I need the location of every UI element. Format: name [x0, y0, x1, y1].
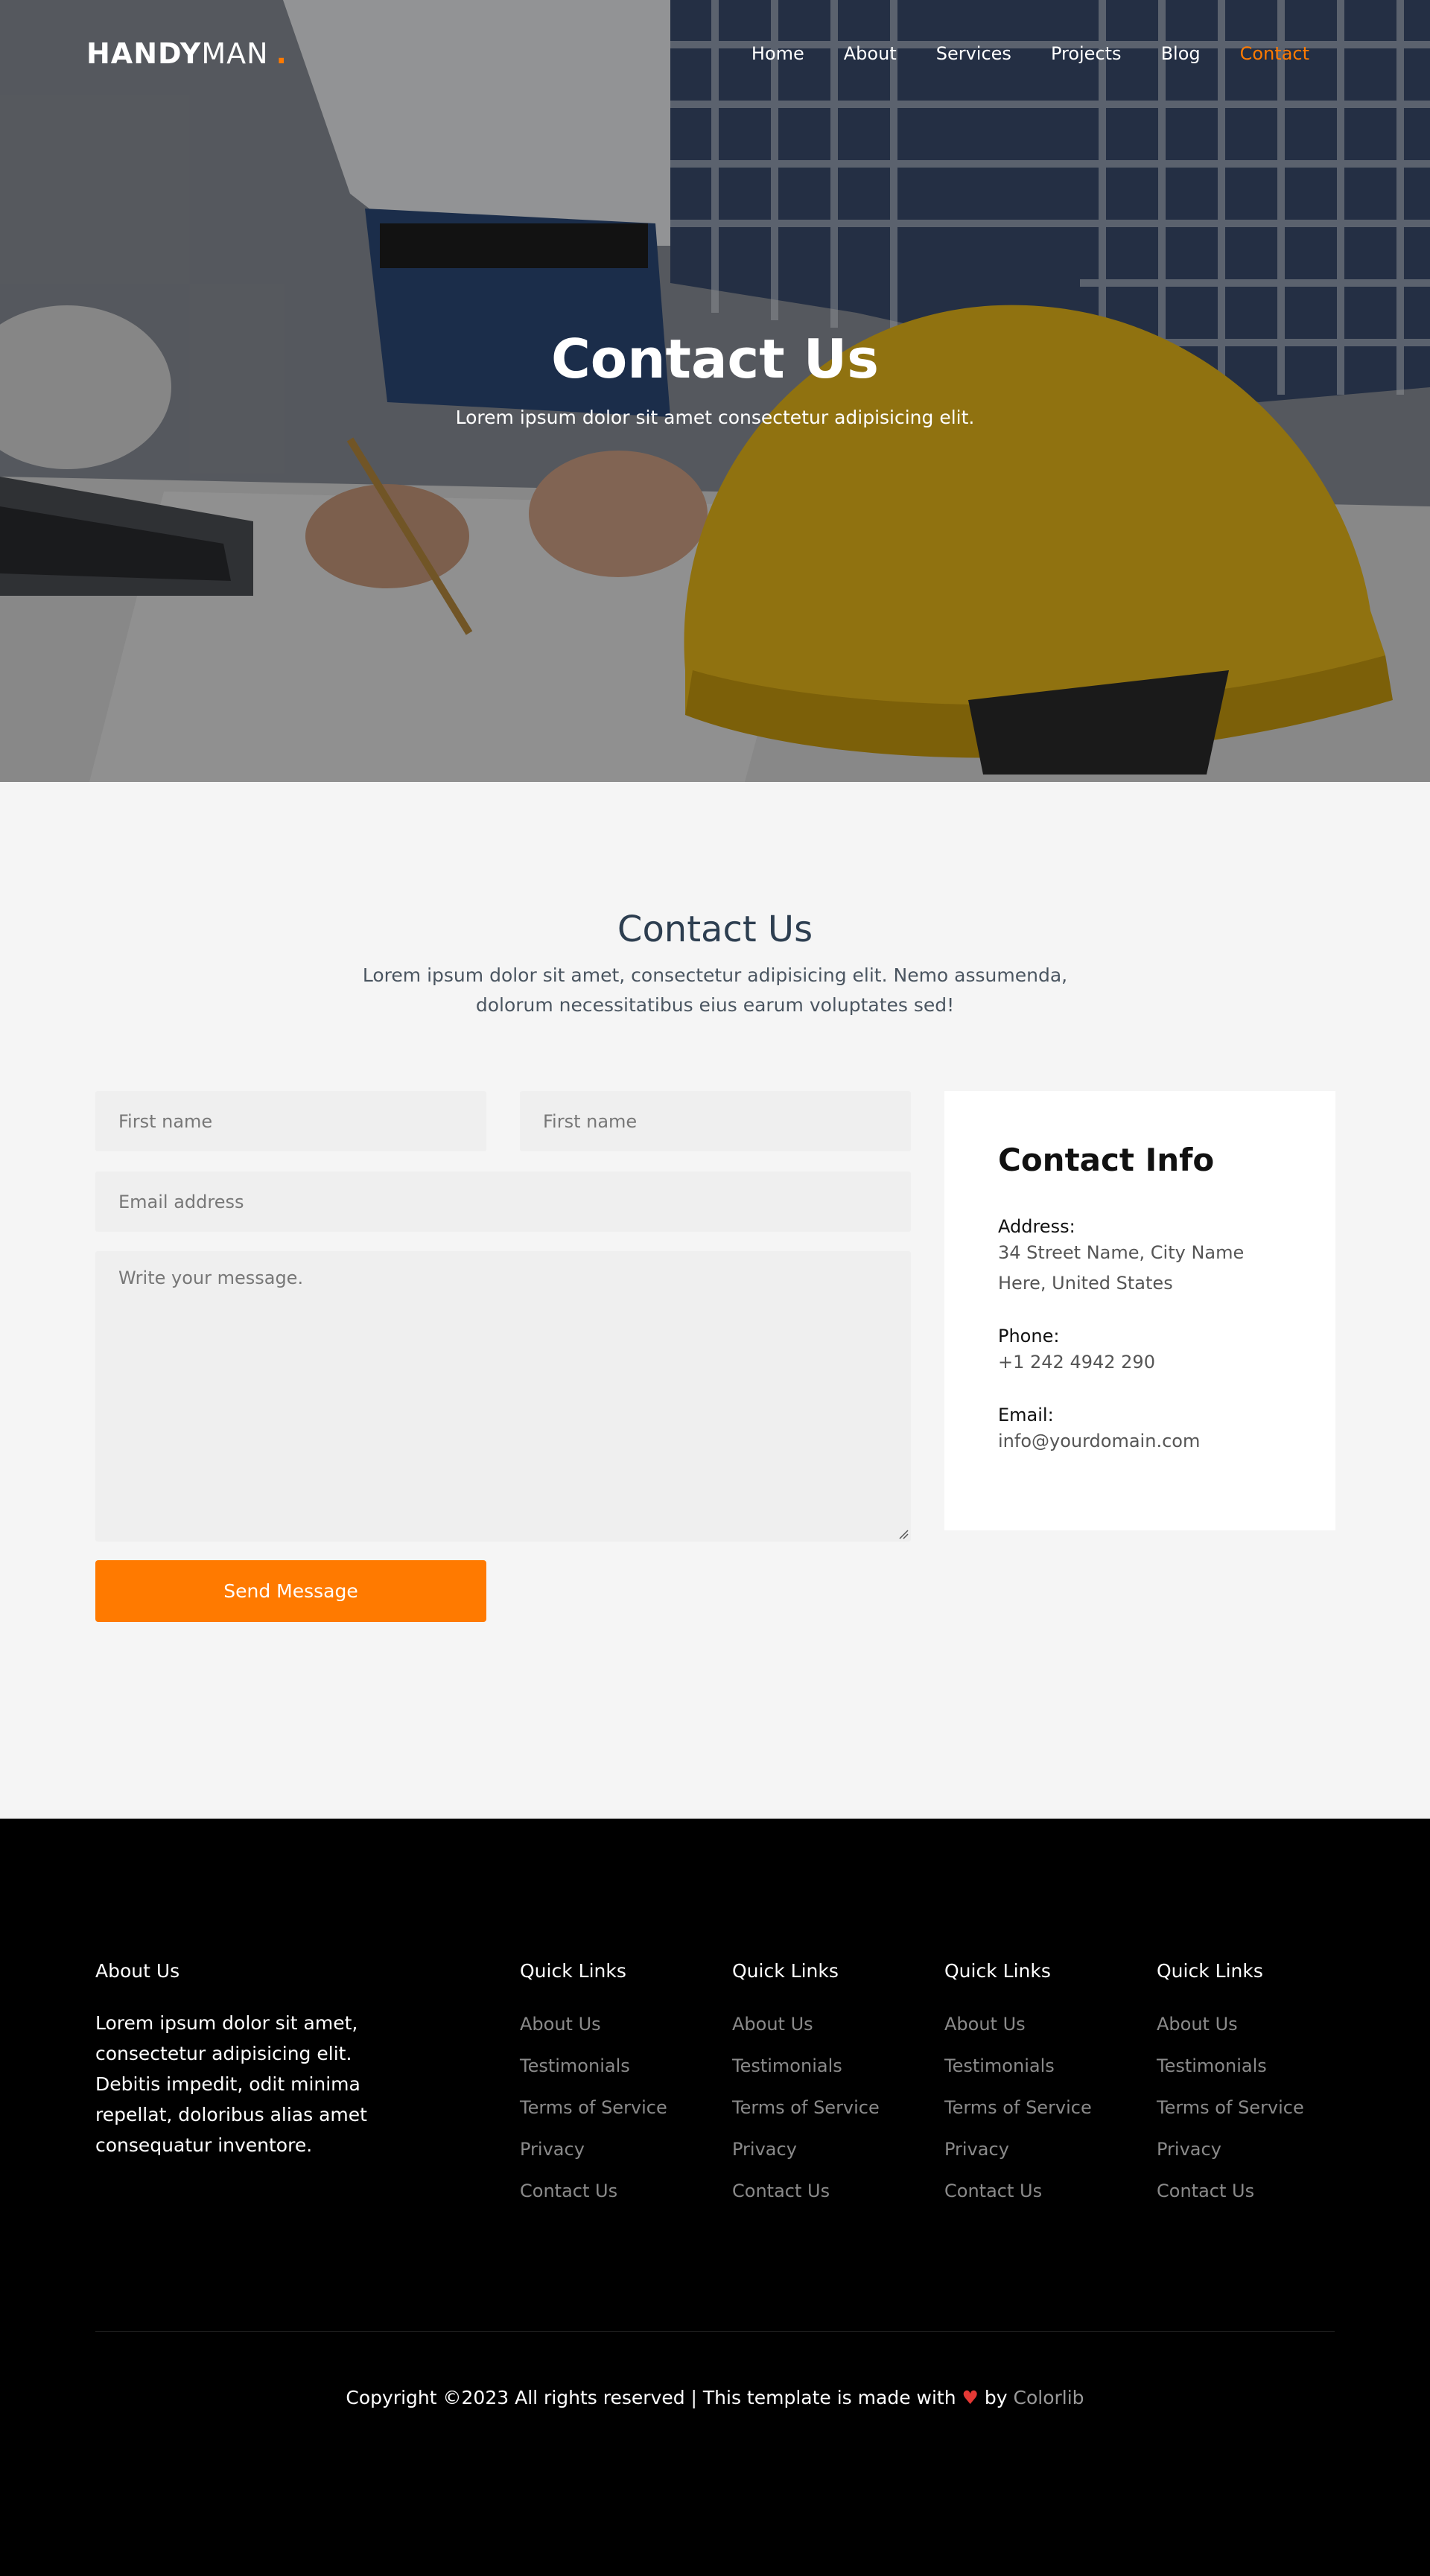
footer-link-about-us[interactable]: About Us — [732, 2014, 813, 2035]
footer-link-about-us[interactable]: About Us — [1157, 2014, 1238, 2035]
phone-value: +1 242 4942 290 — [998, 1352, 1155, 1373]
footer-about-text: Lorem ipsum dolor sit amet, consectetur … — [95, 2012, 367, 2156]
colorlib-credit-link[interactable]: Colorlib — [1014, 2387, 1084, 2408]
footer-link-terms[interactable]: Terms of Service — [520, 2097, 667, 2118]
logo-bold-text: HANDY — [86, 37, 202, 70]
nav-item-about[interactable]: About — [844, 43, 897, 64]
contact-section: Contact Us Lorem ipsum dolor sit amet, c… — [0, 782, 1430, 1819]
hero-banner: HANDYMAN. Home About Services Projects B… — [0, 0, 1430, 782]
phone-label: Phone: — [998, 1326, 1060, 1346]
footer-link-contact-us[interactable]: Contact Us — [1157, 2181, 1254, 2201]
nav-item-blog[interactable]: Blog — [1161, 43, 1201, 64]
footer-divider — [95, 2331, 1335, 2332]
address-line-1: 34 Street Name, City Name — [998, 1242, 1245, 1263]
footer-link-about-us[interactable]: About Us — [944, 2014, 1026, 2035]
footer-link-privacy[interactable]: Privacy — [1157, 2139, 1221, 2160]
footer-link-testimonials[interactable]: Testimonials — [1157, 2055, 1267, 2076]
copyright-by: by — [984, 2387, 1008, 2408]
message-textarea[interactable] — [95, 1251, 911, 1542]
footer-about-heading: About Us — [95, 1960, 180, 1982]
footer-link-testimonials[interactable]: Testimonials — [944, 2055, 1055, 2076]
footer-link-about-us[interactable]: About Us — [520, 2014, 601, 2035]
hero-dark-overlay — [0, 0, 1430, 782]
logo-light-text: MAN — [201, 37, 269, 70]
footer-link-privacy[interactable]: Privacy — [944, 2139, 1009, 2160]
first-name-input[interactable] — [95, 1091, 486, 1151]
footer-links-heading: Quick Links — [1157, 1960, 1263, 1982]
footer-links-heading: Quick Links — [732, 1960, 839, 1982]
heart-icon: ♥ — [962, 2387, 979, 2408]
footer-link-testimonials[interactable]: Testimonials — [520, 2055, 630, 2076]
nav-item-projects[interactable]: Projects — [1051, 43, 1122, 64]
footer-link-contact-us[interactable]: Contact Us — [944, 2181, 1042, 2201]
footer-link-testimonials[interactable]: Testimonials — [732, 2055, 842, 2076]
hero-title: Contact Us — [550, 328, 880, 390]
footer-link-privacy[interactable]: Privacy — [732, 2139, 797, 2160]
section-title: Contact Us — [617, 909, 813, 950]
hero-subtitle: Lorem ipsum dolor sit amet consectetur a… — [455, 407, 975, 428]
email-input[interactable] — [95, 1171, 911, 1232]
footer-links-heading: Quick Links — [944, 1960, 1051, 1982]
logo-dot: . — [276, 37, 287, 70]
footer-link-contact-us[interactable]: Contact Us — [520, 2181, 617, 2201]
nav-item-services[interactable]: Services — [936, 43, 1011, 64]
copyright-text: Copyright ©2023 All rights reserved | Th… — [0, 2387, 1430, 2408]
contact-info-title: Contact Info — [998, 1142, 1215, 1178]
section-description: Lorem ipsum dolor sit amet, consectetur … — [362, 964, 1068, 1016]
send-message-button[interactable]: Send Message — [95, 1560, 486, 1622]
main-nav: Home About Services Projects Blog Contac… — [712, 43, 1309, 64]
footer-link-terms[interactable]: Terms of Service — [732, 2097, 880, 2118]
site-logo[interactable]: HANDYMAN. — [86, 37, 287, 70]
nav-item-contact[interactable]: Contact — [1240, 43, 1309, 64]
second-name-input[interactable] — [520, 1091, 911, 1151]
resize-handle-icon[interactable] — [898, 1529, 909, 1539]
copyright-prefix: Copyright ©2023 All rights reserved | Th… — [346, 2387, 956, 2408]
footer-link-privacy[interactable]: Privacy — [520, 2139, 585, 2160]
footer-link-terms[interactable]: Terms of Service — [1157, 2097, 1304, 2118]
site-footer: About Us Lorem ipsum dolor sit amet, con… — [0, 1819, 1430, 2576]
footer-link-contact-us[interactable]: Contact Us — [732, 2181, 830, 2201]
contact-info-card: Contact Info Address: 34 Street Name, Ci… — [944, 1091, 1335, 1530]
nav-item-home[interactable]: Home — [751, 43, 804, 64]
address-line-2: Here, United States — [998, 1273, 1173, 1294]
email-label: Email: — [998, 1405, 1054, 1425]
address-label: Address: — [998, 1216, 1075, 1237]
footer-link-terms[interactable]: Terms of Service — [944, 2097, 1092, 2118]
email-value: info@yourdomain.com — [998, 1431, 1201, 1451]
footer-links-heading: Quick Links — [520, 1960, 626, 1982]
